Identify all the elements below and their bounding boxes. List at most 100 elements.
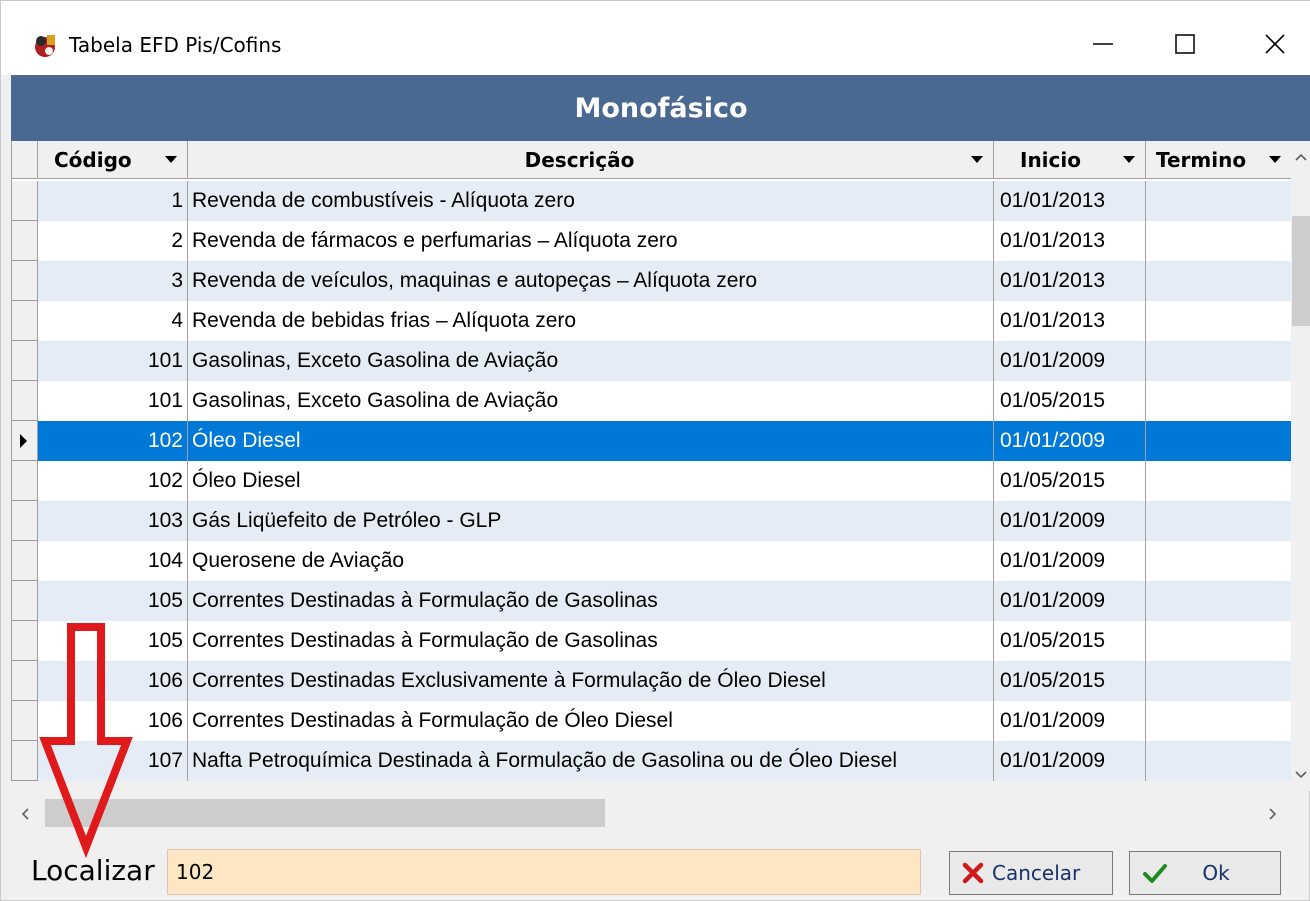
cell-termino[interactable]: [1146, 421, 1292, 461]
search-input[interactable]: 102: [167, 849, 921, 895]
cancel-button[interactable]: Cancelar: [949, 851, 1113, 895]
cell-termino[interactable]: [1146, 301, 1292, 341]
table-row[interactable]: 102 Óleo Diesel 01/05/2015: [12, 461, 1292, 501]
cell-termino[interactable]: [1146, 261, 1292, 301]
cell-codigo[interactable]: 102: [38, 421, 188, 461]
cell-descricao[interactable]: Nafta Petroquímica Destinada à Formulaçã…: [188, 741, 994, 781]
row-indicator[interactable]: [12, 421, 38, 461]
cell-termino[interactable]: [1146, 621, 1292, 661]
column-header-inicio[interactable]: Inicio: [994, 141, 1146, 179]
cell-descricao[interactable]: Revenda de bebidas frias – Alíquota zero: [188, 301, 994, 341]
cell-inicio[interactable]: 01/05/2015: [994, 661, 1146, 701]
table-row[interactable]: 4 Revenda de bebidas frias – Alíquota zer…: [12, 301, 1292, 341]
cell-inicio[interactable]: 01/01/2013: [994, 181, 1146, 221]
cell-termino[interactable]: [1146, 501, 1292, 541]
cell-codigo[interactable]: 3: [38, 261, 188, 301]
cell-codigo[interactable]: 103: [38, 501, 188, 541]
maximize-button[interactable]: [1155, 21, 1215, 67]
table-row[interactable]: 103 Gás Liqüefeito de Petróleo - GLP 01/01…: [12, 501, 1292, 541]
cell-inicio[interactable]: 01/01/2009: [994, 581, 1146, 621]
data-grid[interactable]: Código Descrição Inicio Termino 1 Revenda…: [11, 141, 1292, 781]
column-header-termino[interactable]: Termino: [1146, 141, 1292, 179]
cell-termino[interactable]: [1146, 221, 1292, 261]
table-row[interactable]: 3 Revenda de veículos, maquinas e autopeç…: [12, 261, 1292, 301]
cell-descricao[interactable]: Correntes Destinadas Exclusivamente à Fo…: [188, 661, 994, 701]
cell-inicio[interactable]: 01/05/2015: [994, 381, 1146, 421]
table-row[interactable]: 101 Gasolinas, Exceto Gasolina de Aviação…: [12, 381, 1292, 421]
scroll-up-icon[interactable]: [1293, 151, 1309, 163]
row-indicator[interactable]: [12, 541, 38, 581]
dropdown-arrow-icon[interactable]: [1269, 156, 1281, 163]
row-indicator[interactable]: [12, 381, 38, 421]
table-row[interactable]: 105 Correntes Destinadas à Formulação de …: [12, 621, 1292, 661]
table-row[interactable]: 104 Querosene de Aviação 01/01/2009: [12, 541, 1292, 581]
cell-descricao[interactable]: Correntes Destinadas à Formulação de Gas…: [188, 621, 994, 661]
cell-codigo[interactable]: 101: [38, 341, 188, 381]
cell-descricao[interactable]: Gás Liqüefeito de Petróleo - GLP: [188, 501, 994, 541]
row-indicator[interactable]: [12, 221, 38, 261]
table-row[interactable]: 102 Óleo Diesel 01/01/2009: [12, 421, 1292, 461]
cell-descricao[interactable]: Querosene de Aviação: [188, 541, 994, 581]
cell-termino[interactable]: [1146, 661, 1292, 701]
dropdown-arrow-icon[interactable]: [165, 156, 177, 163]
row-indicator[interactable]: [12, 341, 38, 381]
cell-inicio[interactable]: 01/01/2009: [994, 701, 1146, 741]
cell-termino[interactable]: [1146, 741, 1292, 781]
cell-codigo[interactable]: 2: [38, 221, 188, 261]
cell-inicio[interactable]: 01/01/2009: [994, 421, 1146, 461]
dropdown-arrow-icon[interactable]: [971, 156, 983, 163]
cell-termino[interactable]: [1146, 581, 1292, 621]
cell-descricao[interactable]: Gasolinas, Exceto Gasolina de Aviação: [188, 381, 994, 421]
vertical-scrollbar-thumb[interactable]: [1292, 216, 1310, 326]
cell-inicio[interactable]: 01/01/2009: [994, 341, 1146, 381]
table-row[interactable]: 106 Correntes Destinadas Exclusivamente à…: [12, 661, 1292, 701]
cell-descricao[interactable]: Gasolinas, Exceto Gasolina de Aviação: [188, 341, 994, 381]
cell-codigo[interactable]: 4: [38, 301, 188, 341]
cell-descricao[interactable]: Revenda de fármacos e perfumarias – Alíq…: [188, 221, 994, 261]
cell-descricao[interactable]: Óleo Diesel: [188, 461, 994, 501]
cell-inicio[interactable]: 01/01/2009: [994, 741, 1146, 781]
scroll-down-icon[interactable]: [1293, 769, 1309, 781]
row-indicator[interactable]: [12, 181, 38, 221]
cell-inicio[interactable]: 01/01/2009: [994, 501, 1146, 541]
table-row[interactable]: 105 Correntes Destinadas à Formulação de …: [12, 581, 1292, 621]
minimize-button[interactable]: [1073, 21, 1133, 67]
cell-descricao[interactable]: Correntes Destinadas à Formulação de Óle…: [188, 701, 994, 741]
cell-inicio[interactable]: 01/01/2013: [994, 261, 1146, 301]
cell-codigo[interactable]: 1: [38, 181, 188, 221]
table-row[interactable]: 106 Correntes Destinadas à Formulação de …: [12, 701, 1292, 741]
cell-termino[interactable]: [1146, 381, 1292, 421]
cell-codigo[interactable]: 101: [38, 381, 188, 421]
cell-termino[interactable]: [1146, 701, 1292, 741]
cell-descricao[interactable]: Revenda de combustíveis - Alíquota zero: [188, 181, 994, 221]
window-title: Tabela EFD Pis/Cofins: [69, 33, 282, 57]
cell-termino[interactable]: [1146, 461, 1292, 501]
dropdown-arrow-icon[interactable]: [1123, 156, 1135, 163]
cell-descricao[interactable]: Óleo Diesel: [188, 421, 994, 461]
cell-termino[interactable]: [1146, 541, 1292, 581]
scroll-right-icon[interactable]: [1267, 806, 1279, 822]
cell-inicio[interactable]: 01/05/2015: [994, 621, 1146, 661]
row-indicator[interactable]: [12, 261, 38, 301]
cell-inicio[interactable]: 01/01/2013: [994, 221, 1146, 261]
cell-termino[interactable]: [1146, 181, 1292, 221]
column-header-codigo[interactable]: Código: [38, 141, 188, 179]
row-indicator[interactable]: [12, 501, 38, 541]
cell-codigo[interactable]: 104: [38, 541, 188, 581]
row-indicator[interactable]: [12, 461, 38, 501]
cell-inicio[interactable]: 01/01/2013: [994, 301, 1146, 341]
cell-descricao[interactable]: Correntes Destinadas à Formulação de Gas…: [188, 581, 994, 621]
cell-inicio[interactable]: 01/01/2009: [994, 541, 1146, 581]
table-row[interactable]: 2 Revenda de fármacos e perfumarias – Alí…: [12, 221, 1292, 261]
cell-codigo[interactable]: 102: [38, 461, 188, 501]
cell-inicio[interactable]: 01/05/2015: [994, 461, 1146, 501]
column-header-descricao[interactable]: Descrição: [188, 141, 994, 179]
row-indicator[interactable]: [12, 301, 38, 341]
cell-termino[interactable]: [1146, 341, 1292, 381]
close-button[interactable]: [1245, 21, 1305, 67]
table-row[interactable]: 1 Revenda de combustíveis - Alíquota zero…: [12, 181, 1292, 221]
cell-descricao[interactable]: Revenda de veículos, maquinas e autopeça…: [188, 261, 994, 301]
table-row[interactable]: 107 Nafta Petroquímica Destinada à Formul…: [12, 741, 1292, 781]
table-row[interactable]: 101 Gasolinas, Exceto Gasolina de Aviação…: [12, 341, 1292, 381]
ok-button[interactable]: Ok: [1129, 851, 1281, 895]
